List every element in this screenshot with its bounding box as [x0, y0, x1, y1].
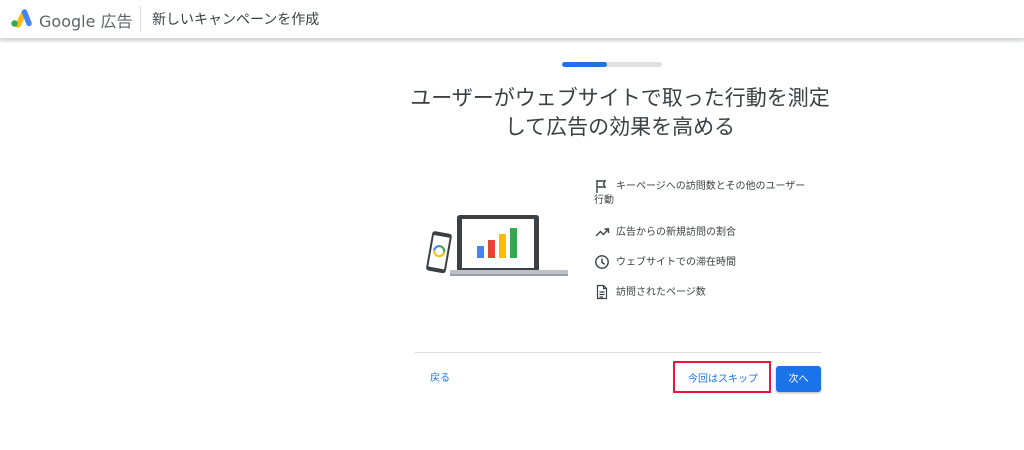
page-title: 新しいキャンペーンを作成 — [152, 12, 320, 28]
back-button[interactable]: 戻る — [420, 368, 460, 390]
chart-bar-1 — [477, 246, 484, 258]
devices-illustration — [426, 215, 568, 276]
chart-bar-4 — [510, 228, 517, 258]
footer-divider — [415, 352, 821, 353]
brand-name[interactable]: Google 広告 — [39, 8, 133, 32]
next-button[interactable]: 次へ — [776, 366, 821, 392]
progress-bar — [562, 62, 662, 67]
feature-label: キーページへの訪問数とその他のユーザー行動 — [594, 181, 806, 206]
chart-bar-3 — [499, 234, 506, 258]
feature-label: 広告からの新規訪問の割合 — [616, 227, 736, 238]
feature-label: ウェブサイトでの滞在時間 — [616, 257, 736, 268]
clock-icon — [595, 255, 609, 269]
document-icon — [596, 284, 608, 300]
headline-line-1: ユーザーがウェブサイトで取った行動を測定 — [410, 86, 830, 110]
headline-line-2: して広告の効果を高める — [504, 115, 736, 139]
chart-bar-2 — [488, 240, 495, 258]
trending-up-icon — [595, 228, 610, 237]
google-ads-logo-icon[interactable] — [10, 8, 32, 28]
headline: ユーザーがウェブサイトで取った行動を測定 して広告の効果を高める — [405, 84, 835, 142]
highlight-box — [673, 361, 771, 393]
top-app-bar: Google 広告 新しいキャンペーンを作成 — [0, 0, 1024, 39]
progress-bar-fill — [562, 62, 607, 67]
header-separator — [140, 6, 141, 32]
feature-label: 訪問されたページ数 — [616, 287, 706, 298]
